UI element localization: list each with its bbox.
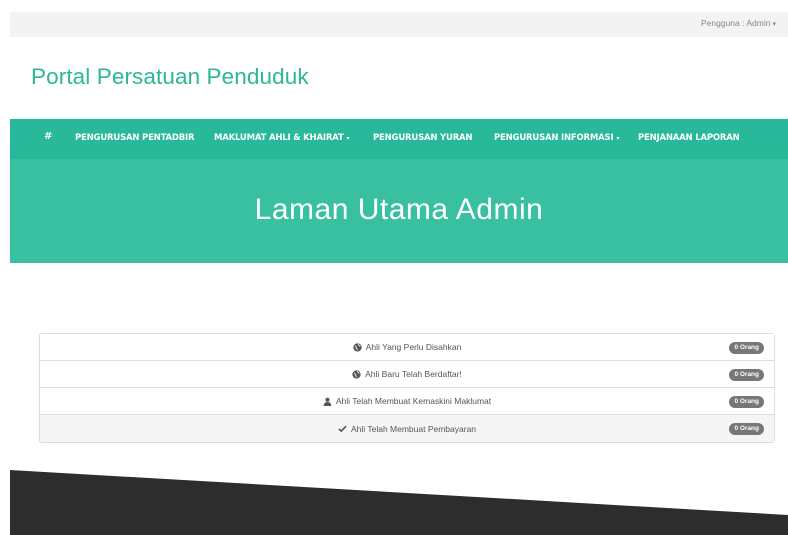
user-menu-label: Pengguna : Admin xyxy=(701,18,771,28)
list-item-label: Ahli Telah Membuat Pembayaran xyxy=(350,423,477,434)
nav-item-pengurusan-pentadbir[interactable]: PENGURUSAN PENTADBIR xyxy=(75,133,195,143)
home-icon[interactable]: # xyxy=(44,131,52,142)
nav-item-pengurusan-yuran[interactable]: PENGURUSAN YURAN xyxy=(373,133,473,143)
list-item-label: Ahli Telah Membuat Kemaskini Maklumat xyxy=(335,396,492,406)
list-item[interactable]: Ahli Baru Telah Berdaftar! 0 Orang xyxy=(40,361,774,388)
globe-icon xyxy=(353,342,362,352)
nav-item-label: PENGURUSAN PENTADBIR xyxy=(75,133,195,143)
count-badge: 0 Orang xyxy=(729,396,764,408)
count-badge: 0 Orang xyxy=(729,342,764,354)
count-badge: 0 Orang xyxy=(729,369,764,381)
nav-item-label: PENJANAAN LAPORAN xyxy=(638,133,740,143)
summary-list: Ahli Yang Perlu Disahkan 0 Orang Ahli Ba… xyxy=(39,333,775,443)
nav-item-maklumat-ahli[interactable]: MAKLUMAT AHLI & KHAIRAT ▾ xyxy=(214,133,349,143)
nav-item-label: MAKLUMAT AHLI & KHAIRAT xyxy=(214,133,344,143)
chevron-down-icon: ▾ xyxy=(772,21,776,28)
globe-icon xyxy=(352,369,361,379)
nav-item-label: PENGURUSAN INFORMASI xyxy=(494,133,614,143)
user-icon xyxy=(323,397,332,406)
user-menu[interactable]: Pengguna : Admin ▾ xyxy=(701,18,776,28)
main-navbar: # PENGURUSAN PENTADBIR MAKLUMAT AHLI & K… xyxy=(10,119,788,159)
hero-banner: Laman Utama Admin xyxy=(10,159,788,263)
top-bar: Pengguna : Admin ▾ xyxy=(10,12,788,37)
nav-item-penjanaan-laporan[interactable]: PENJANAAN LAPORAN xyxy=(638,133,740,143)
chevron-down-icon: ▾ xyxy=(616,135,620,142)
nav-item-label: PENGURUSAN YURAN xyxy=(373,133,473,143)
site-title[interactable]: Portal Persatuan Penduduk xyxy=(31,64,309,90)
list-item[interactable]: Ahli Telah Membuat Pembayaran 0 Orang xyxy=(40,415,774,442)
nav-item-pengurusan-informasi[interactable]: PENGURUSAN INFORMASI ▾ xyxy=(494,133,619,143)
list-item[interactable]: Ahli Yang Perlu Disahkan 0 Orang xyxy=(40,334,774,361)
page-title: Laman Utama Admin xyxy=(254,193,544,226)
check-icon xyxy=(338,424,347,433)
list-item-label: Ahli Yang Perlu Disahkan xyxy=(365,342,462,352)
chevron-down-icon: ▾ xyxy=(346,135,350,142)
list-item[interactable]: Ahli Telah Membuat Kemaskini Maklumat 0 … xyxy=(40,388,774,415)
count-badge: 0 Orang xyxy=(729,423,764,435)
list-item-label: Ahli Baru Telah Berdaftar! xyxy=(365,369,462,379)
footer-band xyxy=(10,470,788,535)
